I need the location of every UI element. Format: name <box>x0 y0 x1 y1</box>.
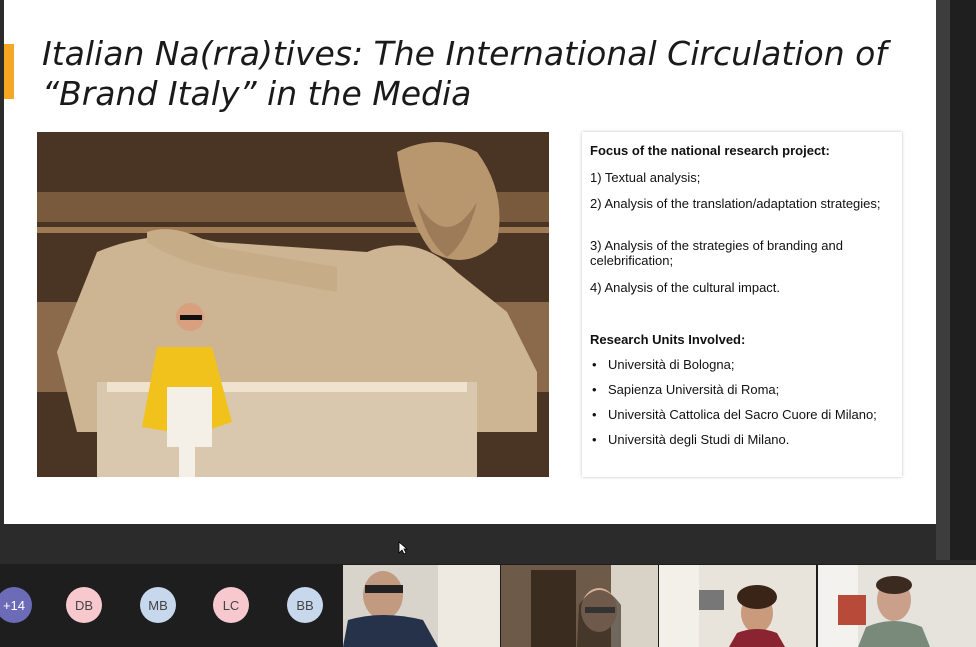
slide-title-line-2: “Brand Italy” in the Media <box>42 74 472 113</box>
units-heading: Research Units Involved: <box>590 332 746 347</box>
overflow-count: +14 <box>2 597 26 613</box>
participant-video-tile[interactable] <box>659 565 816 647</box>
slide-title-line-1: Italian Na(rra)tives: The International … <box>42 34 887 73</box>
participant-avatar-lc[interactable]: LC <box>213 587 249 623</box>
units-list: Università di Bologna; Sapienza Universi… <box>590 357 890 457</box>
unit-item: Università Cattolica del Sacro Cuore di … <box>590 407 890 423</box>
unit-item: Università degli Studi di Milano. <box>590 432 890 448</box>
focus-item-2: 2) Analysis of the translation/adaptatio… <box>590 196 881 211</box>
slide-photo <box>37 132 549 477</box>
focus-item-1: 1) Textual analysis; <box>590 170 701 185</box>
unit-item: Università di Bologna; <box>590 357 890 373</box>
participant-video-tile[interactable] <box>343 565 500 647</box>
scrollbar-track[interactable] <box>936 0 950 560</box>
side-panel-edge <box>950 0 976 560</box>
avatar-initials: LC <box>222 597 240 613</box>
participant-video-tile[interactable] <box>501 565 658 647</box>
unit-item: Sapienza Università di Roma; <box>590 382 890 398</box>
focus-heading: Focus of the national research project: <box>590 143 830 158</box>
slide-title: Italian Na(rra)tives: The International … <box>42 34 922 114</box>
avatar-initials: BB <box>296 597 314 613</box>
participant-avatar-bb[interactable]: BB <box>287 587 323 623</box>
title-accent-bar <box>4 44 14 99</box>
shared-slide: Italian Na(rra)tives: The International … <box>4 0 936 524</box>
project-info-box: Focus of the national research project: … <box>582 132 902 477</box>
avatar-initials: DB <box>74 597 94 613</box>
focus-item-3: 3) Analysis of the strategies of brandin… <box>590 238 843 268</box>
mouse-cursor-icon <box>398 541 408 555</box>
focus-item-4: 4) Analysis of the cultural impact. <box>590 280 781 295</box>
avatar-initials: MB <box>148 597 168 613</box>
participant-avatar-mb[interactable]: MB <box>140 587 176 623</box>
participant-video-tile[interactable] <box>818 565 976 647</box>
participant-avatar-db[interactable]: DB <box>66 587 102 623</box>
